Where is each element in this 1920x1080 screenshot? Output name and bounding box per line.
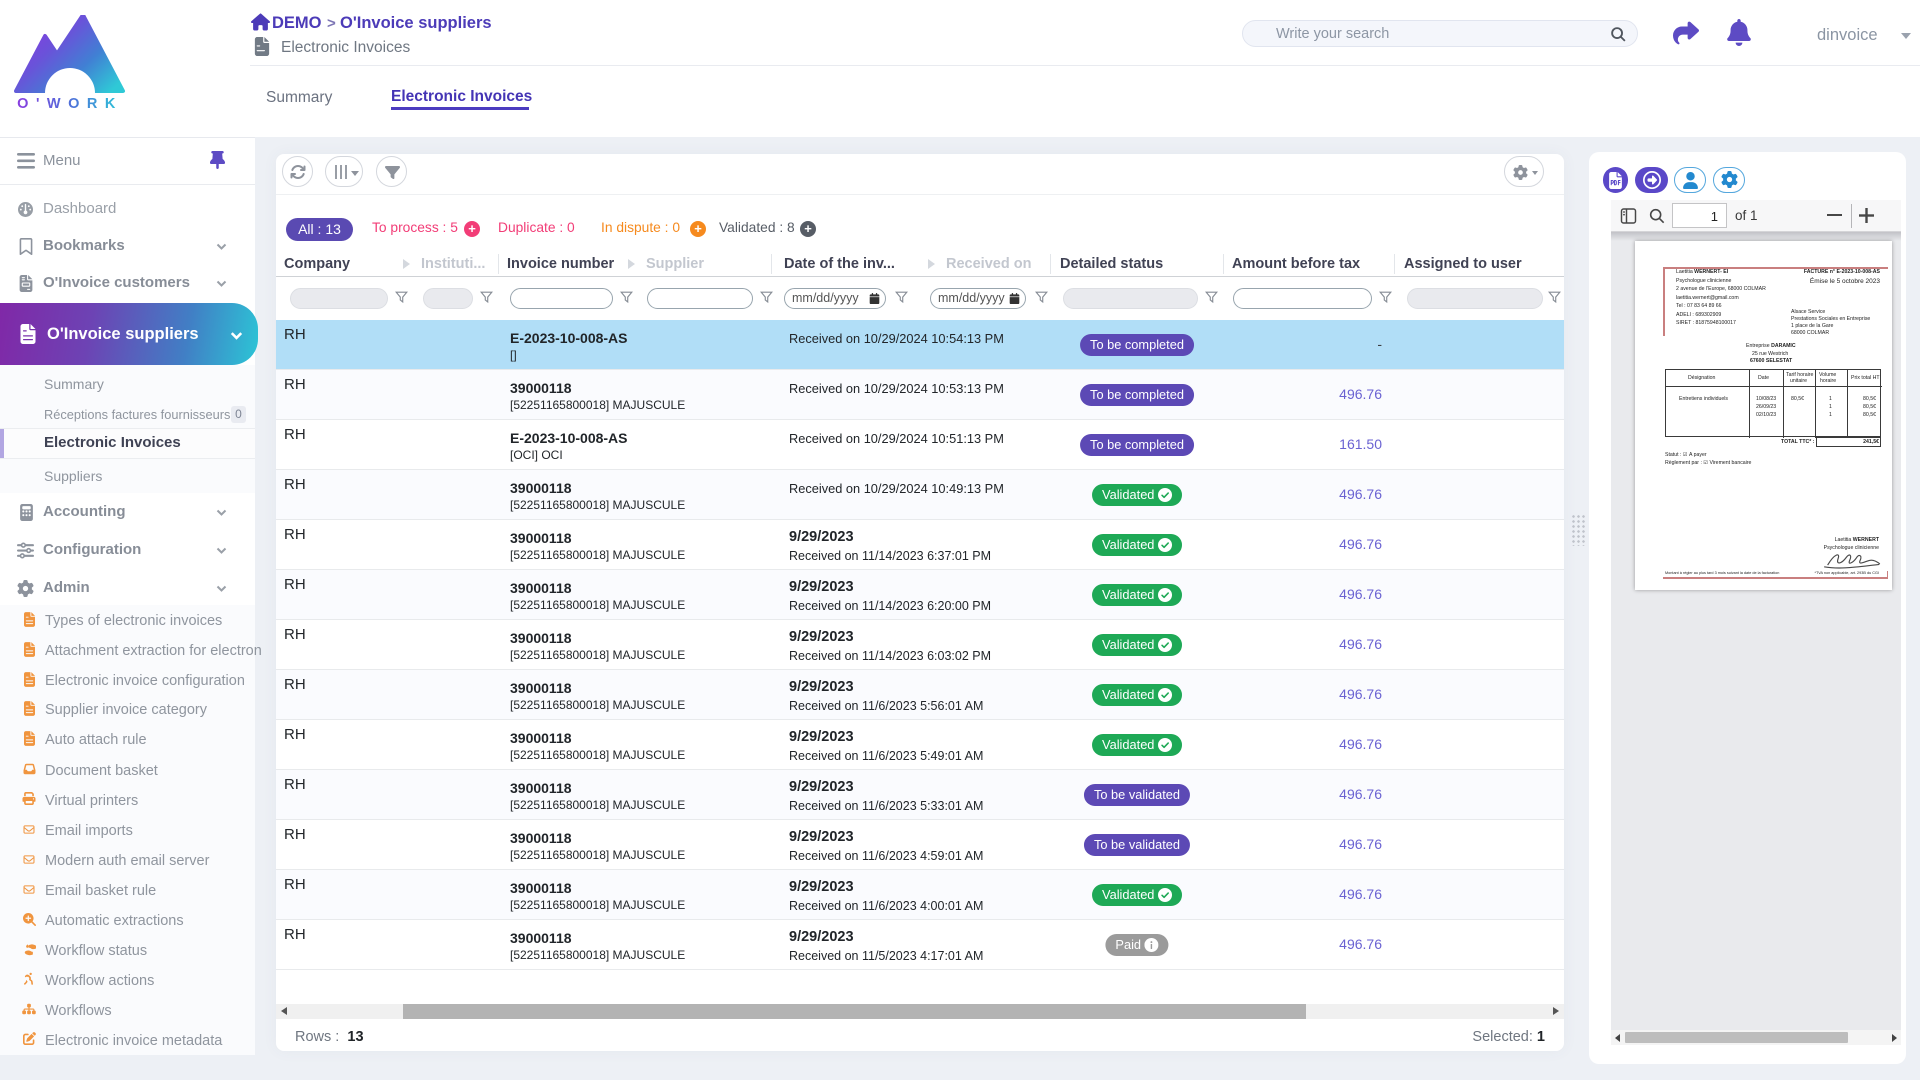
svg-text:O'WORK: O'WORK	[17, 96, 123, 111]
